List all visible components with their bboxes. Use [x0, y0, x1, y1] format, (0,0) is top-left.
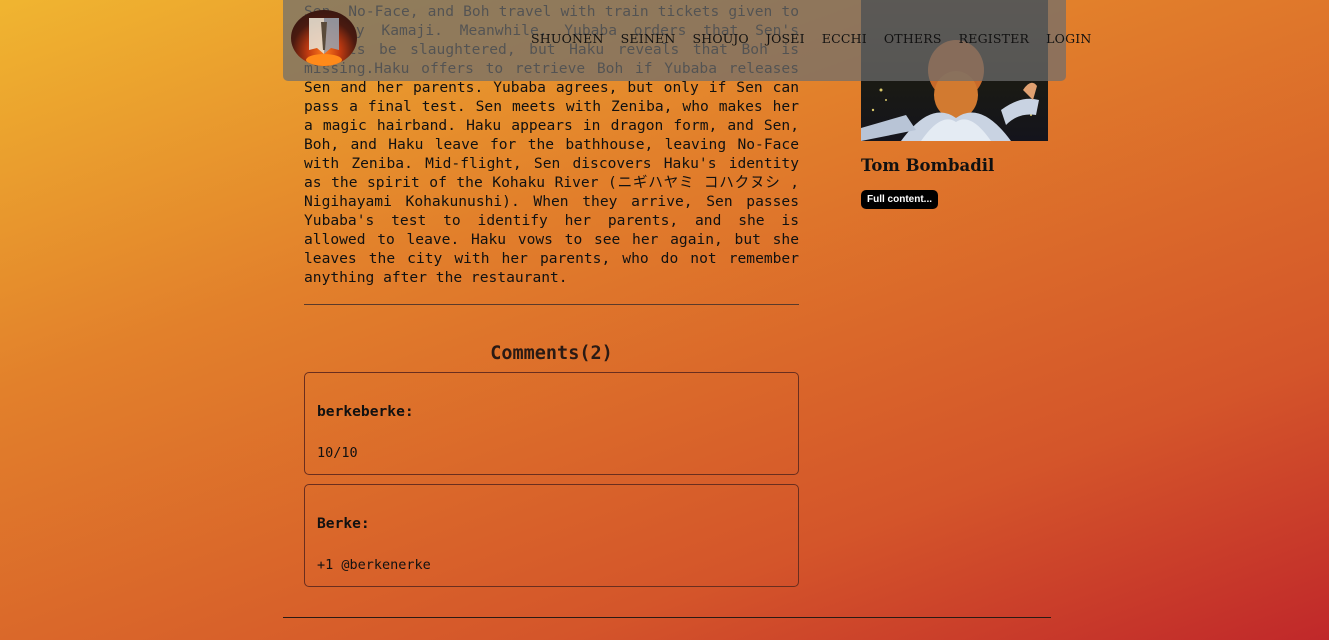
nav-item-login[interactable]: LOGIN — [1046, 31, 1091, 46]
divider — [304, 304, 799, 305]
comment-card: Berke: +1 @berkenerke — [304, 484, 799, 587]
nav-item-others[interactable]: OTHERS — [884, 31, 942, 46]
nav-item-josei[interactable]: JOSEI — [766, 31, 805, 46]
nav-item-shoujo[interactable]: SHOUJO — [692, 31, 748, 46]
character-name: Tom Bombadil — [861, 156, 995, 175]
comment-body: +1 @berkenerke — [317, 557, 431, 573]
comment-card: berkeberke: 10/10 — [304, 372, 799, 475]
top-navbar: SHUONEN SEINEN SHOUJO JOSEI ECCHI OTHERS… — [283, 0, 1091, 81]
nav-item-shuonen[interactable]: SHUONEN — [531, 31, 604, 46]
nav-item-register[interactable]: REGISTER — [959, 31, 1030, 46]
comments-title: Comments(2) — [490, 343, 613, 364]
wings-emblem-icon — [306, 18, 342, 66]
footer-divider — [283, 617, 1051, 618]
comment-author: berkeberke: — [317, 403, 414, 420]
logo[interactable] — [291, 10, 357, 66]
nav-item-ecchi[interactable]: ECCHI — [822, 31, 867, 46]
full-content-button[interactable]: Full content... — [861, 190, 938, 209]
nav-item-seinen[interactable]: SEINEN — [621, 31, 676, 46]
nav-menu: SHUONEN SEINEN SHOUJO JOSEI ECCHI OTHERS… — [531, 31, 1109, 46]
comment-body: 10/10 — [317, 445, 358, 461]
comment-author: Berke: — [317, 515, 370, 532]
